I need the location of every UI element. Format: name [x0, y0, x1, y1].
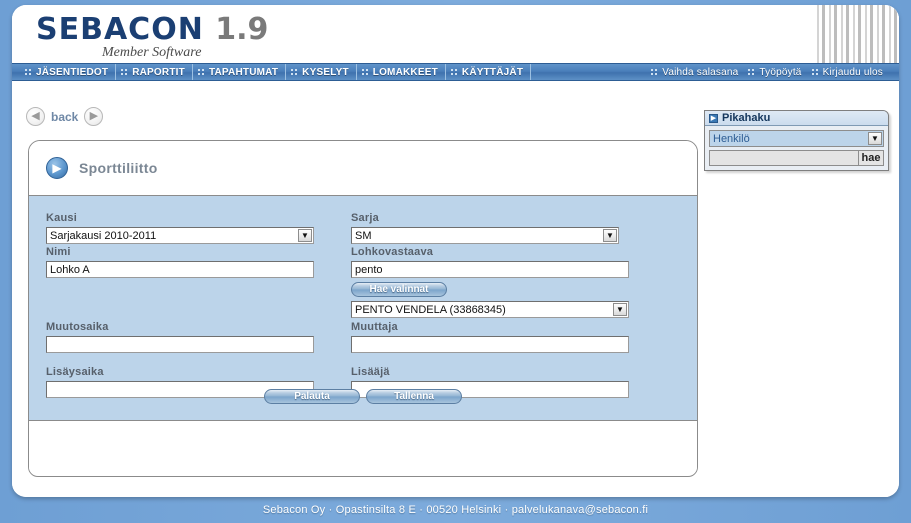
- select-wrap-pikahaku-type: Henkilö ▼: [709, 130, 884, 147]
- pikahaku-body: Henkilö ▼ hae: [705, 126, 888, 170]
- select-wrap-lohkovastaava-result: PENTO VENDELA (33868345) ▼: [351, 301, 629, 318]
- hae-valinnat-button[interactable]: Hae valinnat: [351, 282, 447, 297]
- pikahaku-title: Pikahaku: [722, 112, 771, 124]
- palauta-button[interactable]: Palauta: [264, 389, 360, 404]
- field-lohkovastaava: Lohkovastaava Hae valinnat PENTO VENDELA…: [351, 246, 629, 318]
- header-stripes-decoration: [813, 5, 899, 63]
- lohkovastaava-result-select[interactable]: PENTO VENDELA (33868345): [351, 301, 629, 318]
- nav-item-label: KÄYTTÄJÄT: [461, 66, 524, 78]
- nav-item-label: RAPORTIT: [132, 66, 185, 78]
- tallenna-button[interactable]: Tallenna: [366, 389, 462, 404]
- nav-item-lomakkeet[interactable]: LOMAKKEET: [357, 64, 446, 80]
- logo-tagline: Member Software: [102, 45, 202, 60]
- kausi-select[interactable]: Sarjakausi 2010-2011: [46, 227, 314, 244]
- lohkovastaava-input[interactable]: [351, 261, 629, 278]
- field-muutosaika: Muutosaika: [46, 321, 314, 353]
- pikahaku-search-row: hae: [709, 150, 884, 166]
- page-title: Sporttiliitto: [79, 160, 158, 176]
- nav-item-tapahtumat[interactable]: TAPAHTUMAT: [193, 64, 287, 80]
- brand-logo: SEBACON 1.9 Member Software: [36, 13, 456, 61]
- nav-item-label: Vaihda salasana: [662, 66, 739, 78]
- field-kausi: Kausi Sarjakausi 2010-2011 ▼: [46, 212, 314, 244]
- logo-text: SEBACON 1.9: [36, 13, 456, 47]
- pikahaku-header: ▶ Pikahaku: [705, 111, 888, 126]
- nav-item-vaihda-salasana[interactable]: Vaihda salasana: [647, 64, 744, 80]
- app-header: SEBACON 1.9 Member Software: [12, 5, 899, 63]
- back-link[interactable]: back: [51, 110, 78, 124]
- dot-grid-icon: [291, 69, 298, 75]
- nav-secondary-group: Vaihda salasana Työpöytä Kirjaudu ulos: [647, 64, 889, 80]
- page-footer: Sebacon Oy · Opastinsilta 8 E · 00520 He…: [0, 497, 911, 523]
- field-label-lohkovastaava: Lohkovastaava: [351, 246, 434, 258]
- select-wrap-kausi: Sarjakausi 2010-2011 ▼: [46, 227, 314, 244]
- dot-grid-icon: [811, 69, 818, 75]
- nav-item-label: Kirjaudu ulos: [822, 66, 883, 78]
- nav-item-kyselyt[interactable]: KYSELYT: [286, 64, 357, 80]
- form-action-row: Palauta Tallenna: [29, 389, 697, 404]
- nav-item-label: KYSELYT: [302, 66, 349, 78]
- select-wrap-sarja: SM ▼: [351, 227, 619, 244]
- nav-item-raportit[interactable]: RAPORTIT: [116, 64, 193, 80]
- field-label-nimi: Nimi: [46, 246, 71, 258]
- nimi-input[interactable]: [46, 261, 314, 278]
- card-title-bar: ▶ Sporttiliitto: [29, 141, 697, 196]
- page-background: SEBACON 1.9 Member Software JÄSENTIEDOT …: [0, 0, 911, 523]
- logo-name: SEBACON: [36, 12, 204, 47]
- sarja-select[interactable]: SM: [351, 227, 619, 244]
- pikahaku-search-button[interactable]: hae: [859, 150, 884, 166]
- form-area: Kausi Sarjakausi 2010-2011 ▼ Sarja SM ▼ …: [29, 196, 697, 421]
- nav-item-label: LOMAKKEET: [372, 66, 438, 78]
- field-label-sarja: Sarja: [351, 212, 379, 224]
- pikahaku-search-input[interactable]: [709, 150, 859, 166]
- main-navigation-bar: JÄSENTIEDOT RAPORTIT TAPAHTUMAT KYSELYT …: [12, 63, 899, 81]
- app-window: SEBACON 1.9 Member Software JÄSENTIEDOT …: [12, 5, 899, 497]
- logo-version: 1.9: [215, 12, 269, 47]
- field-nimi: Nimi: [46, 246, 314, 278]
- dot-grid-icon: [748, 69, 755, 75]
- footer-text: Sebacon Oy · Opastinsilta 8 E · 00520 He…: [262, 504, 649, 516]
- dot-grid-icon: [361, 69, 368, 75]
- muutosaika-input[interactable]: [46, 336, 314, 353]
- field-label-lisaaja: Lisääjä: [351, 366, 390, 378]
- dot-grid-icon: [25, 69, 31, 75]
- nav-primary-group: JÄSENTIEDOT RAPORTIT TAPAHTUMAT KYSELYT …: [20, 64, 532, 80]
- nav-item-label: Työpöytä: [759, 66, 802, 78]
- dot-grid-icon: [450, 69, 457, 75]
- field-label-kausi: Kausi: [46, 212, 77, 224]
- field-muuttaja: Muuttaja: [351, 321, 629, 353]
- nav-item-label: TAPAHTUMAT: [208, 66, 279, 78]
- dot-grid-icon: [197, 69, 204, 75]
- dot-grid-icon: [651, 69, 658, 75]
- pikahaku-panel: ▶ Pikahaku Henkilö ▼ hae: [704, 110, 889, 171]
- main-card: ▶ Sporttiliitto Kausi Sarjakausi 2010-20…: [28, 140, 698, 477]
- nav-item-label: JÄSENTIEDOT: [36, 66, 109, 78]
- nav-item-jasentiedot[interactable]: JÄSENTIEDOT: [20, 64, 117, 80]
- arrow-right-circle-icon: ▶: [46, 157, 68, 179]
- content-area: ◀ back ▶ ▶ Sporttiliitto Kausi Sarjakaus…: [12, 82, 899, 497]
- arrow-left-circle-icon[interactable]: ◀: [26, 107, 45, 126]
- field-label-lisaysaika: Lisäysaika: [46, 366, 104, 378]
- field-sarja: Sarja SM ▼: [351, 212, 619, 244]
- muuttaja-input[interactable]: [351, 336, 629, 353]
- card-footer-strip: [29, 421, 697, 475]
- field-label-muuttaja: Muuttaja: [351, 321, 398, 333]
- nav-item-kirjaudu-ulos[interactable]: Kirjaudu ulos: [808, 64, 889, 80]
- back-navigation: ◀ back ▶: [26, 107, 104, 126]
- field-label-muutosaika: Muutosaika: [46, 321, 109, 333]
- lohkovastaava-search-row: Hae valinnat: [351, 282, 629, 297]
- nav-item-kayttajat[interactable]: KÄYTTÄJÄT: [446, 64, 532, 80]
- nav-item-tyopoyta[interactable]: Työpöytä: [744, 64, 807, 80]
- pikahaku-type-select[interactable]: Henkilö: [709, 130, 884, 147]
- arrow-right-box-icon: ▶: [709, 113, 718, 123]
- dot-grid-icon: [121, 69, 128, 75]
- arrow-right-circle-icon[interactable]: ▶: [84, 107, 104, 126]
